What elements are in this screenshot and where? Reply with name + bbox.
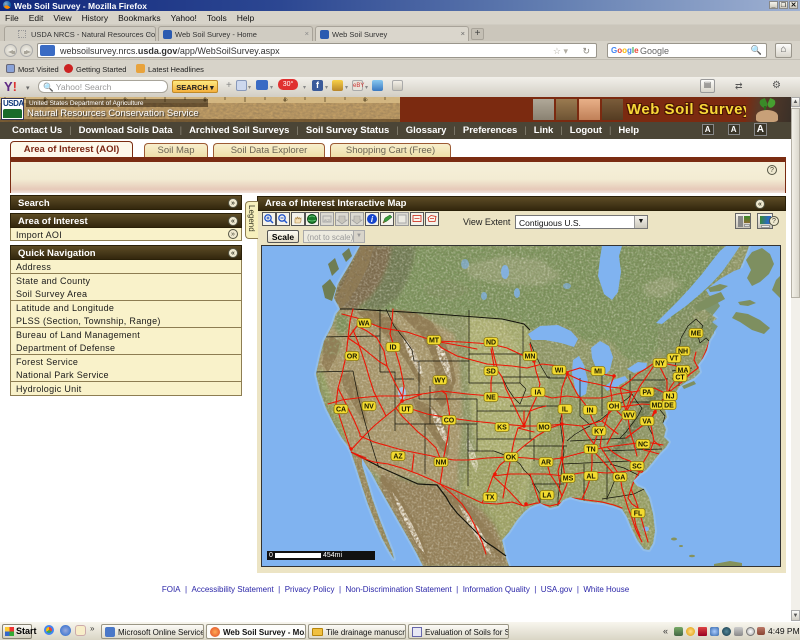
- svg-text:IN: IN: [587, 408, 594, 415]
- svg-text:KY: KY: [594, 429, 604, 436]
- svg-text:PA: PA: [642, 390, 651, 397]
- svg-text:FL: FL: [634, 511, 643, 518]
- svg-text:VA: VA: [642, 419, 651, 426]
- svg-text:NY: NY: [655, 361, 665, 368]
- svg-text:SC: SC: [632, 464, 642, 471]
- svg-text:LA: LA: [542, 493, 551, 500]
- svg-text:ND: ND: [486, 340, 496, 347]
- svg-text:MT: MT: [429, 338, 440, 345]
- svg-text:NM: NM: [436, 460, 447, 467]
- svg-text:ID: ID: [390, 345, 397, 352]
- svg-text:NJ: NJ: [666, 394, 675, 401]
- svg-text:SD: SD: [486, 369, 496, 376]
- svg-text:WA: WA: [358, 321, 369, 328]
- svg-text:CA: CA: [336, 407, 346, 414]
- svg-text:TN: TN: [586, 447, 595, 454]
- svg-text:MI: MI: [594, 369, 602, 376]
- svg-text:NV: NV: [364, 404, 374, 411]
- svg-text:TX: TX: [486, 495, 495, 502]
- svg-text:OK: OK: [506, 455, 517, 462]
- svg-text:AZ: AZ: [393, 454, 403, 461]
- svg-text:KS: KS: [497, 425, 507, 432]
- svg-text:40: 40: [283, 97, 288, 102]
- svg-text:AOI: AOI: [324, 219, 330, 223]
- svg-text:AL: AL: [586, 474, 596, 481]
- svg-text:GA: GA: [615, 475, 626, 482]
- svg-text:IA: IA: [535, 390, 542, 397]
- svg-text:IL: IL: [562, 407, 569, 414]
- svg-text:MO: MO: [538, 425, 550, 432]
- svg-text:NC: NC: [638, 442, 648, 449]
- svg-text:AR: AR: [541, 460, 551, 467]
- svg-text:WV: WV: [623, 413, 635, 420]
- svg-text:OH: OH: [609, 404, 620, 411]
- svg-text:50: 50: [363, 97, 368, 102]
- svg-text:NE: NE: [486, 395, 496, 402]
- svg-text:UT: UT: [401, 407, 411, 414]
- svg-text:MS: MS: [563, 476, 574, 483]
- svg-text:MN: MN: [525, 354, 536, 361]
- svg-text:CT: CT: [675, 375, 685, 382]
- svg-text:ME: ME: [691, 331, 702, 338]
- svg-text:CO: CO: [444, 418, 455, 425]
- svg-text:OR: OR: [347, 354, 358, 361]
- svg-text:DE: DE: [664, 403, 674, 410]
- svg-text:WI: WI: [555, 368, 564, 375]
- svg-text:VT: VT: [670, 356, 680, 363]
- svg-text:WY: WY: [434, 378, 446, 385]
- svg-text:MD: MD: [652, 403, 663, 410]
